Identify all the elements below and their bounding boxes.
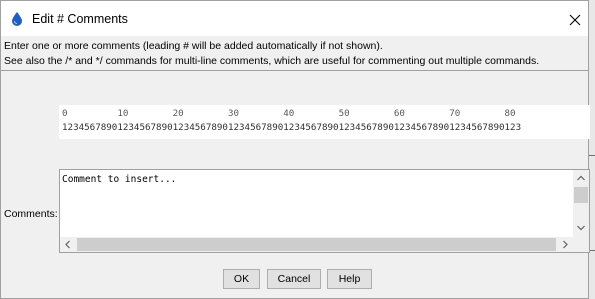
close-icon[interactable] (564, 9, 586, 31)
chevron-up-icon[interactable] (573, 170, 589, 186)
comments-textarea[interactable]: Comment to insert... (59, 169, 590, 253)
cancel-button[interactable]: Cancel (267, 269, 321, 289)
window-title: Edit # Comments (32, 12, 128, 26)
scrollbar-corner (573, 237, 589, 252)
ruler-tens-row: 0 10 20 30 40 50 60 70 80 (62, 108, 516, 119)
chevron-right-icon[interactable] (557, 237, 573, 252)
instruction-line-1: Enter one or more comments (leading # wi… (4, 40, 383, 52)
comments-text[interactable]: Comment to insert... (62, 174, 176, 185)
edit-comments-dialog: Edit # Comments Enter one or more commen… (0, 0, 590, 299)
chevron-down-icon[interactable] (573, 220, 589, 236)
ruler-units-row: 1234567890123456789012345678901234567890… (62, 122, 522, 133)
background-divider (589, 155, 595, 156)
chevron-left-icon[interactable] (60, 237, 76, 252)
ok-button[interactable]: OK (223, 269, 260, 289)
horizontal-scrollbar[interactable] (60, 237, 573, 252)
instruction-line-2: See also the /* and */ commands for mult… (4, 55, 540, 67)
comments-label: Comments: (4, 208, 58, 220)
instructions-panel: Enter one or more comments (leading # wi… (1, 38, 588, 71)
help-button[interactable]: Help (327, 269, 372, 289)
water-drop-icon (12, 12, 22, 26)
title-bar[interactable]: Edit # Comments (1, 1, 588, 36)
vertical-scrollbar[interactable] (573, 170, 589, 237)
background-window-edge (589, 0, 595, 299)
column-ruler: 0 10 20 30 40 50 60 70 80 12345678901234… (59, 105, 590, 139)
horizontal-scroll-thumb[interactable] (77, 238, 556, 251)
vertical-scroll-thumb[interactable] (574, 187, 588, 203)
